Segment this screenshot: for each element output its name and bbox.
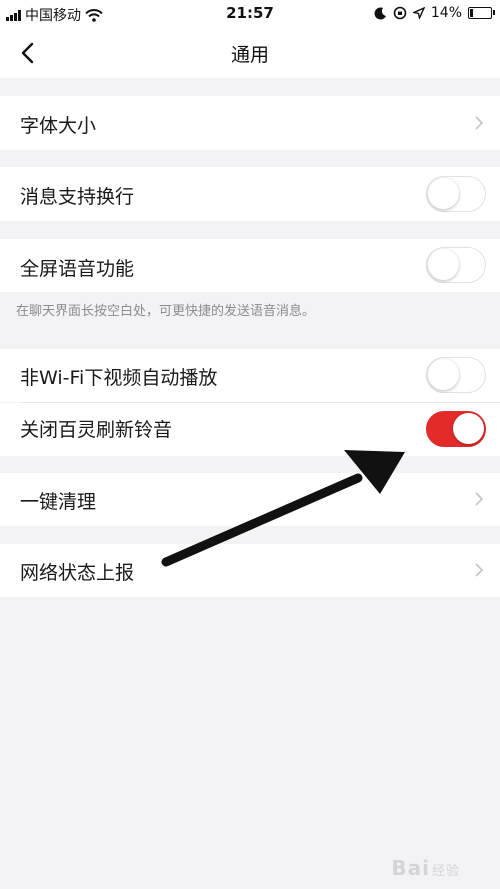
setting-label: 非Wi-Fi下视频自动播放 [20,367,218,389]
setting-message-wrap: 消息支持换行 [0,167,500,221]
location-icon [412,7,425,19]
setting-network-report[interactable]: 网络状态上报 [0,544,500,597]
setting-fullscreen-voice: 全屏语音功能 [0,239,500,292]
nav-bar: 通用 [0,28,500,78]
status-right: 14% [374,5,495,21]
fullscreen-voice-hint: 在聊天界面长按空白处，可更快捷的发送语音消息。 [16,304,316,319]
battery-fill [470,9,473,17]
orientation-lock-icon [393,6,407,20]
page-title: 通用 [230,44,269,66]
setting-label: 全屏语音功能 [20,258,135,280]
setting-label: 一键清理 [20,491,97,513]
autoplay-video-toggle[interactable] [426,357,486,393]
status-bar: 中国移动 21:57 14% [0,0,500,28]
toggle-knob [428,359,459,390]
chevron-right-icon [475,492,484,506]
disable-refresh-sound-toggle[interactable] [426,411,486,447]
message-wrap-toggle[interactable] [426,176,486,212]
setting-disable-refresh-sound: 关闭百灵刷新铃音 [0,403,500,456]
chevron-right-icon [475,563,484,577]
battery-icon [468,7,495,19]
toggle-knob [428,249,459,280]
setting-autoplay-video: 非Wi-Fi下视频自动播放 [0,349,500,402]
setting-label: 消息支持换行 [20,186,135,208]
setting-label: 关闭百灵刷新铃音 [20,419,173,441]
toggle-knob [428,178,459,209]
setting-label: 网络状态上报 [20,562,135,584]
setting-one-click-clean[interactable]: 一键清理 [0,473,500,526]
moon-icon [374,6,386,19]
setting-label: 字体大小 [20,115,97,137]
toggle-knob [453,413,484,444]
setting-font-size[interactable]: 字体大小 [0,96,500,150]
watermark-logo: Bai 经验 [391,856,460,880]
battery-percent: 14% [430,5,462,21]
chevron-right-icon [475,116,484,130]
fullscreen-voice-toggle[interactable] [426,247,486,283]
